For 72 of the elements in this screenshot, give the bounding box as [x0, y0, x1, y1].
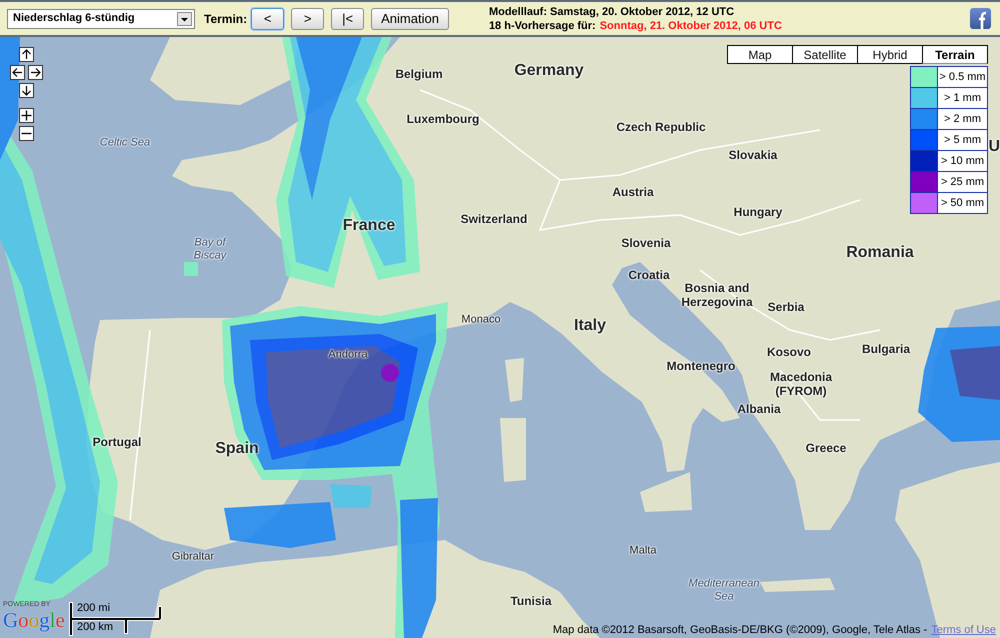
map-attribution: Map data ©2012 Basarsoft, GeoBasis-DE/BKG (©2009), Google, Tele Atlas - [552, 624, 928, 637]
toolbar-button[interactable]: < [251, 8, 284, 30]
toolbar-button[interactable]: |< [331, 8, 364, 30]
map-label: Monaco [461, 314, 501, 326]
map-label: Bosnia and Herzegovina [681, 282, 753, 310]
map-label: Czech Republic [616, 121, 706, 135]
scale-miles: 200 mi [77, 602, 110, 615]
island [500, 418, 526, 482]
map-label: Mediterranean Sea [688, 577, 760, 603]
map-area[interactable] [0, 37, 1000, 638]
forecast-label: 18 h-Vorhersage für: [488, 18, 596, 32]
map-label: Greece [806, 442, 846, 456]
legend-label: > 1 mm [938, 88, 987, 108]
zoom-in-button[interactable] [18, 108, 34, 123]
map-label: Germany [514, 62, 584, 80]
model-run-text: Modelllauf: Samstag, 20. Oktober 2012, 12 UTC [488, 4, 736, 18]
precipitation-area [184, 262, 198, 276]
map-label: Slovakia [728, 149, 778, 163]
map-label: Serbia [768, 301, 804, 315]
map-type-tab[interactable]: Terrain [922, 45, 988, 64]
dropdown-caret-icon [177, 12, 192, 26]
legend-label: > 2 mm [938, 109, 987, 129]
map-label: Andorra [328, 348, 368, 362]
zoom-out-button[interactable] [18, 126, 34, 141]
arrow-left-icon [12, 67, 22, 78]
legend-label: > 10 mm [938, 151, 987, 171]
map-label: Slovenia [621, 237, 671, 251]
map-type-tab[interactable]: Hybrid [857, 45, 923, 64]
pan-up-button[interactable] [18, 47, 34, 62]
map-label: Bulgaria [862, 343, 910, 357]
map-label: U [988, 138, 1000, 156]
facebook-icon[interactable] [970, 8, 991, 29]
pan-right-button[interactable] [28, 65, 42, 80]
legend-label: > 0.5 mm [938, 67, 987, 87]
minus-icon [20, 132, 32, 135]
map-label: Celtic Sea [100, 136, 150, 150]
toolbar-button[interactable]: Animation [371, 8, 449, 30]
map-type-tab[interactable]: Satellite [792, 45, 858, 64]
map-label: Bay of Biscay [194, 236, 226, 262]
arrow-down-icon [20, 85, 32, 96]
forecast-time: Sonntag, 21. Oktober 2012, 06 UTC [600, 18, 782, 32]
toolbar-button[interactable]: > [291, 8, 324, 30]
map-label: Montenegro [666, 360, 736, 374]
map-label: Switzerland [460, 213, 528, 227]
map-type-tab[interactable]: Map [727, 45, 793, 64]
map-label: Tunisia [510, 595, 552, 609]
island [505, 358, 524, 402]
map-label: Romania [846, 244, 914, 262]
map-label: Macedonia (FYROM) [770, 371, 832, 399]
pan-down-button[interactable] [18, 83, 34, 98]
product-select[interactable]: Niederschlag 6-stündig [7, 8, 195, 28]
map-label: Austria [612, 186, 654, 200]
pan-left-button[interactable] [10, 65, 24, 80]
legend-label: > 25 mm [938, 172, 987, 192]
map-label: Belgium [395, 68, 443, 82]
map-label: Gibraltar [172, 550, 214, 564]
arrow-up-icon [20, 49, 32, 60]
map-label: Croatia [628, 269, 670, 283]
plus-icon [20, 110, 32, 121]
legend-label: > 5 mm [938, 130, 987, 150]
map-label: Portugal [92, 436, 142, 450]
arrow-right-icon [30, 67, 40, 78]
map-label: Hungary [734, 206, 782, 220]
map-label: Albania [737, 403, 781, 417]
scale-kilometers: 200 km [77, 621, 114, 634]
map-label: Kosovo [767, 346, 811, 360]
island [640, 472, 692, 512]
map-label: Italy [574, 316, 606, 336]
legend-label: > 50 mm [938, 193, 987, 213]
map-label: Malta [630, 544, 656, 558]
map-label: Luxembourg [406, 113, 480, 127]
termin-label: Termin: [204, 10, 248, 28]
